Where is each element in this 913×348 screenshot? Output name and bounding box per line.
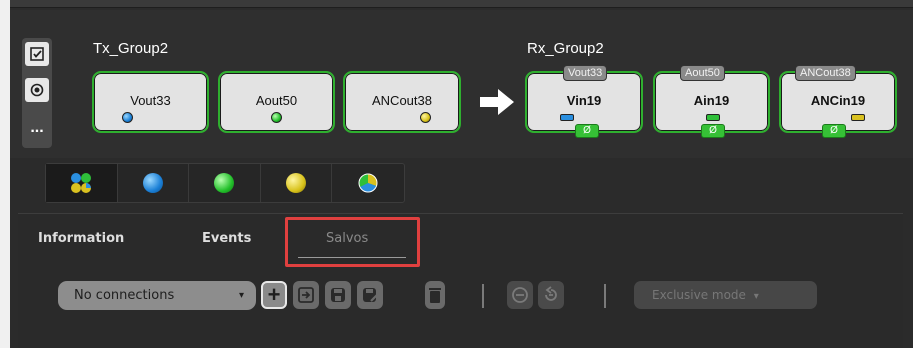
audio-icon bbox=[214, 173, 235, 193]
tx-card-label: Vout33 bbox=[130, 93, 171, 108]
import-icon bbox=[298, 287, 314, 303]
tx-card-ancout38[interactable]: ANCout38 bbox=[343, 71, 461, 133]
delete-button[interactable] bbox=[425, 281, 445, 309]
filter-ancillary-button[interactable] bbox=[261, 164, 333, 202]
filter-all-button[interactable] bbox=[46, 164, 118, 202]
tab-information[interactable]: Information bbox=[38, 231, 124, 246]
rx-group-title: Rx_Group2 bbox=[527, 40, 604, 57]
top-strip bbox=[10, 0, 913, 8]
add-salvo-button[interactable]: + bbox=[261, 281, 287, 309]
tx-card-label: ANCout38 bbox=[372, 93, 432, 108]
rx-card-label: Ain19 bbox=[693, 93, 730, 108]
trash-icon bbox=[429, 288, 441, 303]
restore-icon bbox=[545, 286, 557, 301]
tx-group-title: Tx_Group2 bbox=[93, 40, 169, 57]
filter-video-button[interactable] bbox=[118, 164, 190, 202]
tab-events[interactable]: Events bbox=[202, 231, 251, 246]
video-ball-icon bbox=[122, 112, 133, 123]
toolbar-separator bbox=[482, 284, 484, 308]
source-tag: Aout50 bbox=[680, 65, 725, 81]
ancillary-icon bbox=[286, 173, 307, 193]
media-filter-bar bbox=[45, 163, 405, 203]
rx-card-ain19[interactable]: Aout50 Ain19 Ø bbox=[653, 65, 770, 138]
tx-card-aout50[interactable]: Aout50 bbox=[218, 71, 335, 133]
chevron-down-icon: ▾ bbox=[753, 291, 759, 302]
video-chip-icon bbox=[560, 114, 574, 121]
lock-badge[interactable]: Ø bbox=[822, 124, 846, 138]
rx-card-ancin19[interactable]: ANCout38 ANCin19 Ø bbox=[779, 65, 897, 138]
mixed-media-icon bbox=[358, 173, 378, 193]
exclusive-mode-dropdown[interactable]: Exclusive mode ▾ bbox=[634, 281, 817, 309]
all-media-icon bbox=[71, 173, 92, 193]
video-icon bbox=[142, 173, 163, 193]
lock-badge[interactable]: Ø bbox=[575, 124, 599, 138]
save-button[interactable] bbox=[325, 281, 351, 309]
lock-badge[interactable]: Ø bbox=[701, 124, 725, 138]
target-icon bbox=[30, 83, 44, 97]
source-tag: ANCout38 bbox=[795, 65, 856, 81]
chevron-down-icon: ▾ bbox=[238, 290, 244, 301]
source-tag: Vout33 bbox=[563, 65, 608, 81]
salvos-tab-highlight bbox=[285, 217, 420, 267]
save-icon bbox=[331, 288, 345, 302]
rx-card-label: ANCin19 bbox=[810, 93, 866, 108]
filter-audio-button[interactable] bbox=[189, 164, 261, 202]
import-button[interactable] bbox=[293, 281, 319, 309]
toolbar-separator bbox=[604, 284, 606, 308]
restore-button[interactable] bbox=[538, 281, 564, 309]
side-toolbar: ... bbox=[22, 38, 52, 148]
exclusive-mode-label: Exclusive mode bbox=[652, 288, 746, 302]
dropdown-value: No connections bbox=[74, 288, 175, 303]
checklist-button[interactable] bbox=[25, 42, 49, 66]
save-as-icon bbox=[363, 288, 378, 302]
tx-card-vout33[interactable]: Vout33 bbox=[92, 71, 209, 133]
remove-connection-button[interactable] bbox=[507, 281, 533, 309]
ancillary-ball-icon bbox=[420, 112, 431, 123]
tx-card-label: Aout50 bbox=[255, 93, 298, 108]
rx-card-label: Vin19 bbox=[566, 93, 602, 108]
connections-dropdown[interactable]: No connections ▾ bbox=[58, 281, 256, 310]
more-button[interactable]: ... bbox=[25, 116, 49, 140]
checklist-icon bbox=[30, 47, 44, 61]
target-button[interactable] bbox=[25, 78, 49, 102]
minus-circle-icon bbox=[512, 287, 528, 303]
save-as-button[interactable] bbox=[357, 281, 383, 309]
ancillary-chip-icon bbox=[851, 114, 865, 121]
rx-card-vin19[interactable]: Vout33 Vin19 Ø bbox=[525, 65, 643, 138]
route-arrow-icon bbox=[480, 89, 514, 115]
audio-chip-icon bbox=[706, 114, 720, 121]
audio-ball-icon bbox=[271, 112, 282, 123]
filter-mixed-button[interactable] bbox=[332, 164, 404, 202]
